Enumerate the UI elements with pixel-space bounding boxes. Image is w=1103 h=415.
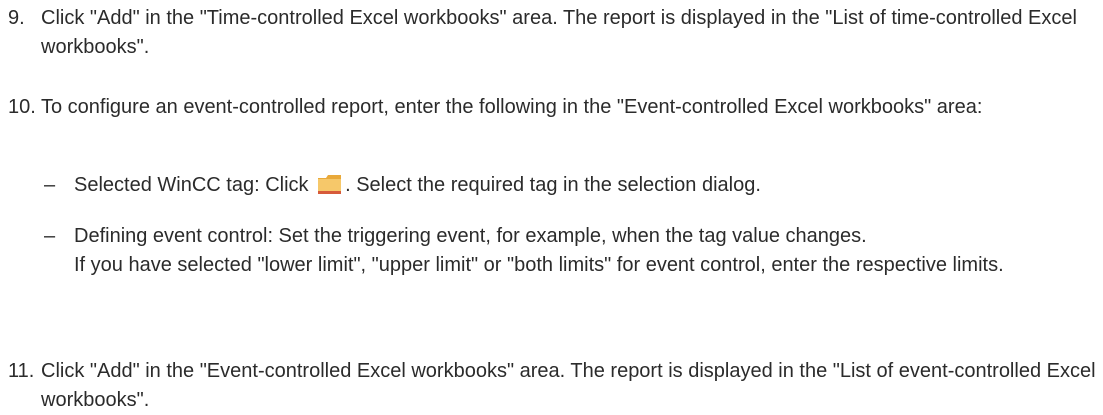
subitem-line-1: Defining event control: Set the triggeri… xyxy=(74,225,867,247)
subitem-text-before: Selected WinCC tag: Click xyxy=(74,174,309,196)
subitem-text: Defining event control: Set the triggeri… xyxy=(74,222,1097,280)
step-text: Click "Add" in the "Time-controlled Exce… xyxy=(41,7,1077,58)
subitem-line-2: If you have selected "lower limit", "upp… xyxy=(74,254,1004,276)
step-number: 9. xyxy=(8,7,25,29)
folder-icon xyxy=(316,173,343,195)
list-dash: – xyxy=(44,174,56,196)
step-number: 10. xyxy=(8,96,36,118)
instruction-document: 9. Click "Add" in the "Time-controlled E… xyxy=(0,0,1103,415)
subitem-text: Selected WinCC tag: Click . Select the r… xyxy=(74,171,1097,200)
step-text: Click "Add" in the "Event-controlled Exc… xyxy=(41,360,1096,411)
subitem-text-after: . Select the required tag in the selecti… xyxy=(345,174,761,196)
step-number: 11. xyxy=(8,360,35,382)
step-text: To configure an event-controlled report,… xyxy=(41,96,983,118)
list-dash: – xyxy=(44,225,56,247)
